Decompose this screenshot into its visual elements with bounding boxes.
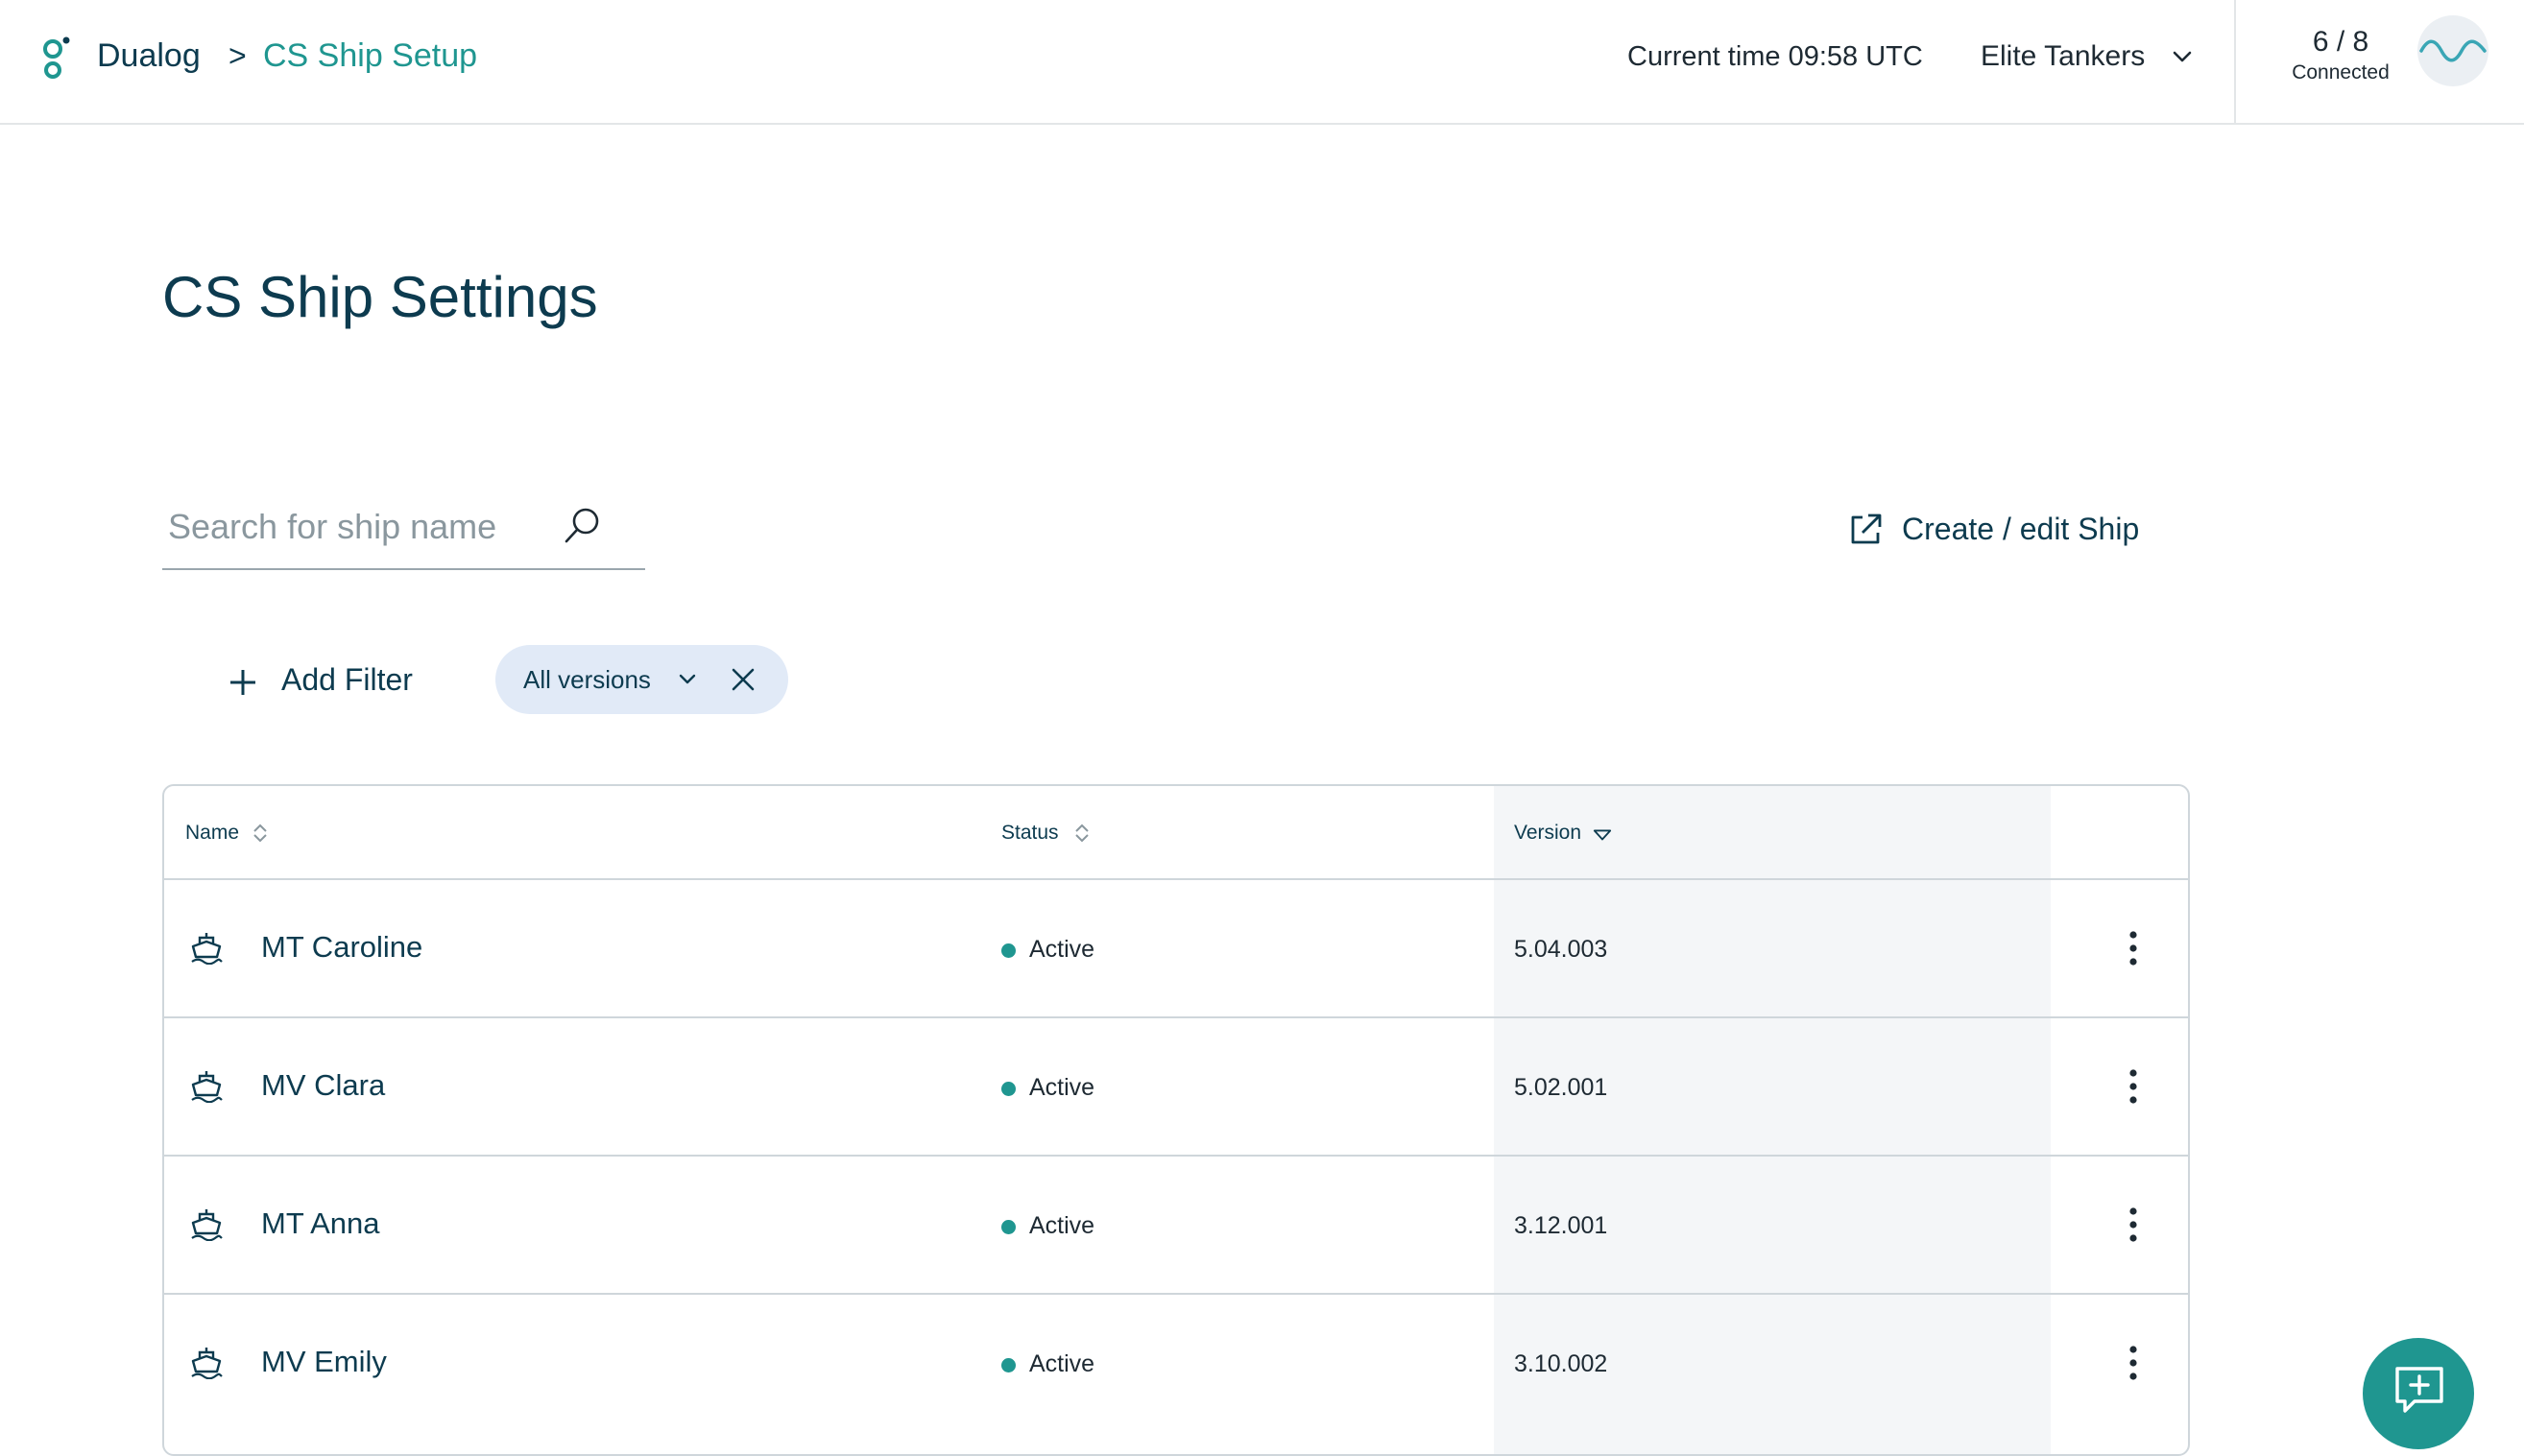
breadcrumb-separator: > [228, 38, 247, 73]
table-header: Name Status Version [164, 786, 2188, 880]
connection-label: Connected [2292, 61, 2390, 84]
ship-name[interactable]: MT Anna [261, 1201, 380, 1247]
table-row[interactable]: MV Emily Active 3.10.002 [164, 1295, 2188, 1433]
ship-status: Active [1029, 1074, 1095, 1101]
version-filter-label: All versions [523, 665, 651, 694]
status-active-dot [1001, 943, 1016, 958]
sort-desc-icon[interactable] [1593, 824, 1612, 846]
ship-icon [191, 1209, 223, 1241]
close-icon[interactable] [730, 666, 757, 693]
more-vertical-icon[interactable] [2119, 1064, 2148, 1109]
breadcrumb-root[interactable]: Dualog [97, 33, 201, 79]
more-vertical-icon[interactable] [2119, 926, 2148, 970]
sort-both-icon[interactable] [1072, 823, 1092, 844]
ship-status: Active [1029, 1212, 1095, 1239]
ship-version: 3.12.001 [1514, 1212, 1608, 1239]
add-filter-label: Add Filter [281, 662, 413, 697]
create-edit-ship-label: Create / edit Ship [1902, 512, 2140, 546]
more-vertical-icon[interactable] [2119, 1203, 2148, 1247]
page-title: CS Ship Settings [162, 265, 598, 329]
table-row[interactable]: MT Anna Active 3.12.001 [164, 1157, 2188, 1295]
wave-icon [2419, 39, 2487, 62]
table-row[interactable]: MT Caroline Active 5.04.003 [164, 880, 2188, 1018]
chevron-down-icon[interactable] [2172, 46, 2193, 67]
more-vertical-icon[interactable] [2119, 1341, 2148, 1385]
ship-version: 3.10.002 [1514, 1350, 1608, 1377]
current-time: Current time 09:58 UTC [1627, 41, 1923, 72]
breadcrumb-current[interactable]: CS Ship Setup [263, 33, 477, 79]
ship-icon [191, 1348, 223, 1379]
column-header-status[interactable]: Status [1001, 819, 1059, 847]
connection-status-avatar[interactable] [2417, 15, 2488, 86]
search-field[interactable] [162, 488, 645, 570]
dualog-logo-icon[interactable] [36, 35, 75, 81]
version-filter-chip[interactable]: All versions [495, 645, 788, 714]
ship-status: Active [1029, 936, 1095, 963]
company-selector[interactable]: Elite Tankers [1981, 35, 2145, 79]
feedback-add-icon [2395, 1367, 2443, 1413]
ship-name[interactable]: MV Clara [261, 1062, 385, 1109]
ships-table: Name Status Version MT Caroline Active 5… [162, 784, 2190, 1456]
status-active-dot [1001, 1220, 1016, 1234]
ship-name[interactable]: MT Caroline [261, 924, 422, 970]
search-input[interactable] [166, 497, 554, 557]
column-header-version[interactable]: Version [1514, 819, 1581, 847]
ship-version: 5.02.001 [1514, 1074, 1608, 1101]
app-header: Dualog > CS Ship Setup Current time 09:5… [0, 0, 2524, 125]
plus-icon [230, 670, 255, 695]
ship-icon [191, 933, 223, 965]
status-active-dot [1001, 1082, 1016, 1096]
header-divider [2234, 0, 2236, 125]
ship-icon [191, 1071, 223, 1103]
connection-count: 6 / 8 [2312, 26, 2369, 58]
ship-status: Active [1029, 1350, 1095, 1377]
feedback-fab[interactable] [2363, 1338, 2474, 1449]
ship-name[interactable]: MV Emily [261, 1339, 387, 1385]
external-link-icon [1851, 513, 1882, 544]
column-header-name[interactable]: Name [185, 819, 239, 847]
sort-both-icon[interactable] [251, 823, 270, 844]
ship-version: 5.04.003 [1514, 936, 1608, 963]
search-icon[interactable] [562, 504, 604, 546]
table-row[interactable]: MV Clara Active 5.02.001 [164, 1018, 2188, 1157]
status-active-dot [1001, 1358, 1016, 1372]
chevron-down-icon[interactable] [678, 670, 697, 689]
